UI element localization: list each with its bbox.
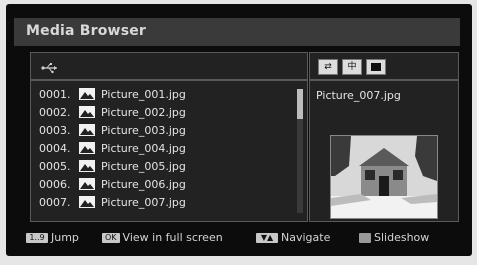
help-bar: 1..9 Jump OK View in full screen ▼▲ Navigat… [26,230,466,246]
list-item[interactable]: 0006. Picture_006.jpg [39,176,186,194]
file-number: 0007. [39,196,71,209]
file-name: Picture_004.jpg [101,142,186,155]
file-number: 0002. [39,106,71,119]
help-ok-label: View in full screen [122,231,223,244]
file-name: Picture_001.jpg [101,88,186,101]
list-item[interactable]: 0004. Picture_004.jpg [39,140,186,158]
help-slideshow-label: Slideshow [374,231,430,244]
ok-key-icon: OK [102,233,120,243]
file-number: 0004. [39,142,71,155]
image-icon [79,142,95,154]
image-icon [79,88,95,100]
file-name: Picture_006.jpg [101,178,186,191]
image-icon [79,178,95,190]
image-icon [79,196,95,208]
file-name: Picture_005.jpg [101,160,186,173]
file-number: 0003. [39,124,71,137]
list-item[interactable]: 0002. Picture_002.jpg [39,104,186,122]
usb-icon [41,59,59,78]
list-item[interactable]: 0007. Picture_007.jpg [39,194,186,212]
stop-icon[interactable] [366,59,386,75]
media-browser-screen: Media Browser 0001. Picture_001.jpg 0002.… [6,4,472,256]
help-slideshow: Slideshow [359,230,429,246]
file-name: Picture_002.jpg [101,106,186,119]
arrow-keys-icon: ▼▲ [256,233,278,243]
folder-icon[interactable]: 中 [342,59,362,75]
image-icon [79,160,95,172]
preview-panel: Picture_007.jpg [309,80,459,222]
color-key-icon [359,233,371,243]
file-number: 0006. [39,178,71,191]
image-icon [79,124,95,136]
file-number: 0001. [39,88,71,101]
list-item[interactable]: 0003. Picture_003.jpg [39,122,186,140]
number-keys-icon: 1..9 [26,233,48,243]
shuffle-icon[interactable]: ⇄ [318,59,338,75]
selected-file-name: Picture_007.jpg [316,89,401,102]
page-title: Media Browser [26,23,147,39]
scrollbar[interactable] [297,89,303,213]
image-preview [330,135,438,219]
list-item[interactable]: 0001. Picture_001.jpg [39,86,186,104]
mode-bar: ⇄ 中 [309,52,459,80]
help-ok: OK View in full screen [102,230,223,246]
image-icon [79,106,95,118]
scrollbar-thumb[interactable] [297,89,303,119]
file-name: Picture_003.jpg [101,124,186,137]
file-number: 0005. [39,160,71,173]
device-bar [30,52,308,80]
file-name: Picture_007.jpg [101,196,186,209]
file-list: 0001. Picture_001.jpg 0002. Picture_002.jp… [30,80,308,222]
help-jump: 1..9 Jump [26,230,79,246]
title-bar: Media Browser [14,18,460,46]
help-navigate-label: Navigate [281,231,331,244]
list-item[interactable]: 0005. Picture_005.jpg [39,158,186,176]
help-navigate: ▼▲ Navigate [256,230,330,246]
help-jump-label: Jump [51,231,79,244]
